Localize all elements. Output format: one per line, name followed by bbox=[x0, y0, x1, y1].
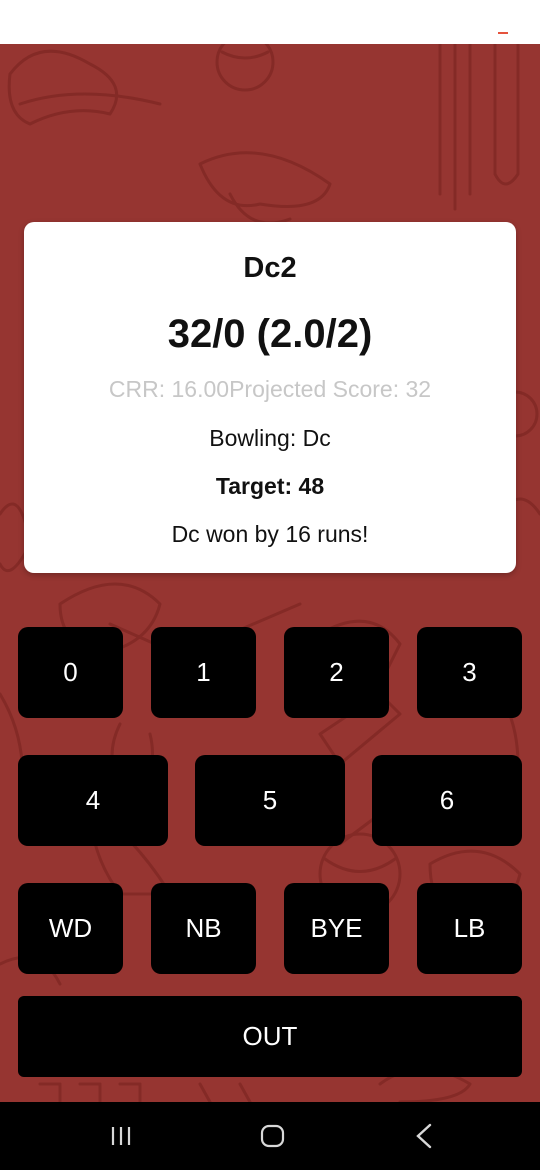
bowling-team: Bowling: Dc bbox=[209, 425, 331, 451]
leg-bye-button[interactable]: LB bbox=[417, 883, 522, 974]
run-6-button[interactable]: 6 bbox=[372, 755, 522, 846]
bye-button[interactable]: BYE bbox=[284, 883, 389, 974]
run-1-button[interactable]: 1 bbox=[151, 627, 256, 718]
top-bar bbox=[0, 0, 540, 44]
home-icon[interactable] bbox=[232, 1102, 312, 1170]
score-card: Dc2 32/0 (2.0/2) CRR: 16.00Projected Sco… bbox=[24, 222, 516, 573]
target-score: Target: 48 bbox=[215, 473, 325, 499]
wide-button[interactable]: WD bbox=[18, 883, 123, 974]
out-button[interactable]: OUT bbox=[18, 996, 522, 1077]
no-ball-button[interactable]: NB bbox=[151, 883, 256, 974]
batting-team-name: Dc2 bbox=[243, 252, 297, 284]
run-rate-projection: CRR: 16.00Projected Score: 32 bbox=[108, 376, 432, 402]
run-3-button[interactable]: 3 bbox=[417, 627, 522, 718]
recent-apps-icon[interactable] bbox=[81, 1102, 161, 1170]
score-overs: 32/0 (2.0/2) bbox=[167, 312, 373, 356]
system-navigation-bar bbox=[0, 1102, 540, 1170]
run-5-button[interactable]: 5 bbox=[195, 755, 345, 846]
back-icon[interactable] bbox=[385, 1102, 465, 1170]
run-4-button[interactable]: 4 bbox=[18, 755, 168, 846]
run-2-button[interactable]: 2 bbox=[284, 627, 389, 718]
run-0-button[interactable]: 0 bbox=[18, 627, 123, 718]
match-result: Dc won by 16 runs! bbox=[171, 521, 369, 547]
menu-dash-icon[interactable] bbox=[498, 32, 508, 34]
